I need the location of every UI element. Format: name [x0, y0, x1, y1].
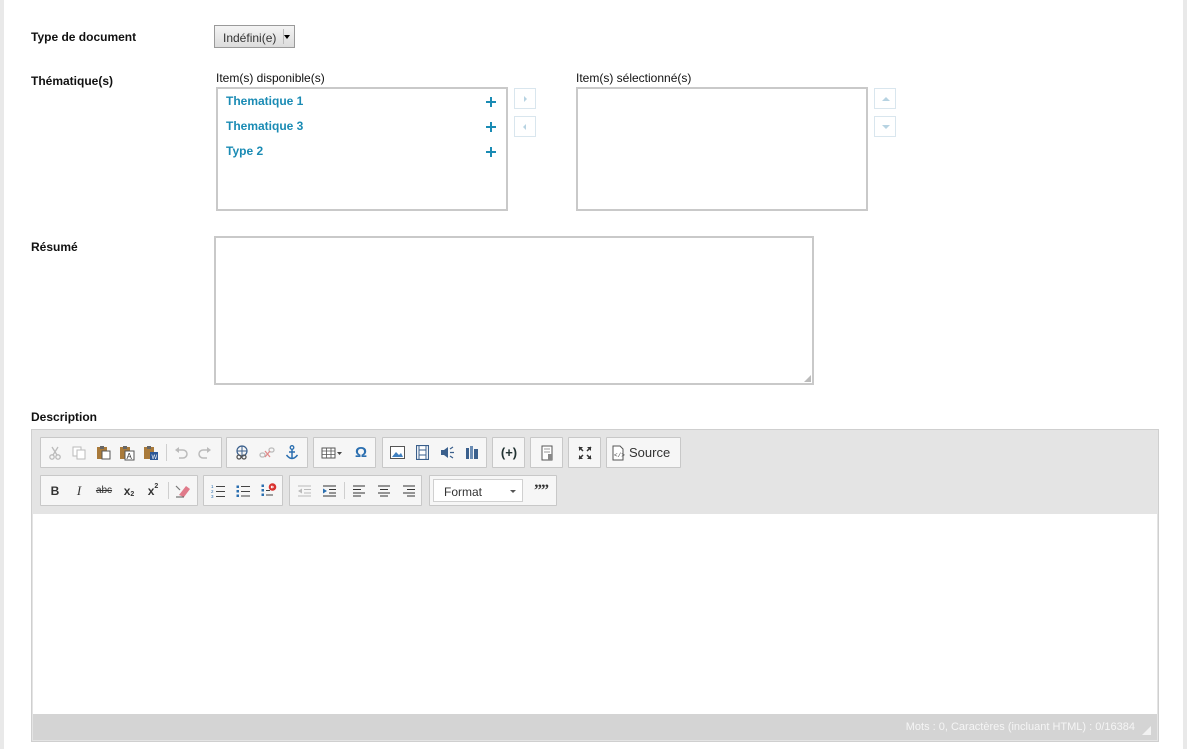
copy-icon[interactable] — [67, 438, 91, 467]
checklist-icon[interactable] — [256, 476, 281, 505]
align-right-icon[interactable] — [396, 476, 421, 505]
selected-list[interactable] — [576, 87, 868, 211]
list-item[interactable]: Type 2 — [218, 144, 506, 162]
resize-handle-icon[interactable] — [1142, 726, 1151, 735]
clipboard-toolbar-group: A W — [40, 437, 222, 468]
type-document-value: Indéfini(e) — [223, 31, 277, 45]
align-left-icon[interactable] — [346, 476, 371, 505]
outdent-icon[interactable] — [292, 476, 317, 505]
source-button[interactable]: </> Source — [611, 438, 679, 467]
thematique-label: Thématique(s) — [31, 74, 114, 88]
format-label: Format — [444, 485, 483, 499]
template-toolbar-group — [530, 437, 563, 468]
type-document-select[interactable]: Indéfini(e) — [214, 25, 295, 48]
superscript-icon[interactable]: x2 — [141, 476, 165, 505]
remove-format-icon[interactable] — [171, 476, 195, 505]
source-label: Source — [629, 445, 671, 460]
align-center-icon[interactable] — [371, 476, 396, 505]
add-icon[interactable] — [486, 122, 496, 132]
svg-text:W: W — [152, 455, 158, 461]
basic-styles-toolbar-group: B I abc x2 x2 — [40, 475, 198, 506]
subscript-icon[interactable]: x2 — [117, 476, 141, 505]
undo-icon[interactable] — [169, 438, 193, 467]
toolbar-separator — [166, 444, 167, 461]
superscript-label: x — [147, 483, 155, 498]
redo-icon[interactable] — [193, 438, 217, 467]
source-toolbar-group: </> Source — [606, 437, 681, 468]
anchor-icon[interactable] — [279, 438, 305, 467]
paste-icon[interactable] — [91, 438, 115, 467]
rich-text-editor: A W Ω (+) </> Source B I abc x 2 x 2 1 2… — [31, 429, 1159, 742]
format-toolbar-group: Format ”” — [429, 475, 557, 506]
svg-text:3: 3 — [211, 494, 214, 498]
source-icon: </> — [611, 445, 625, 461]
chevron-down-icon — [284, 35, 290, 39]
numbered-list-icon[interactable]: 123 — [206, 476, 231, 505]
move-up-button[interactable] — [874, 88, 896, 109]
move-left-button[interactable] — [514, 116, 536, 137]
toolbar-separator — [344, 482, 345, 499]
placeholder-toolbar-group: (+) — [492, 437, 525, 468]
special-char-icon[interactable]: Ω — [348, 438, 374, 467]
available-caption: Item(s) disponible(s) — [216, 71, 325, 85]
italic-icon[interactable]: I — [67, 476, 91, 505]
arrow-up-icon — [882, 97, 890, 101]
arrow-left-icon — [523, 124, 526, 130]
strike-icon[interactable]: abc — [91, 476, 117, 505]
resume-label: Résumé — [31, 240, 78, 254]
arrow-down-icon — [882, 125, 890, 129]
audio-icon[interactable] — [435, 438, 460, 467]
editor-status-bar: Mots : 0, Caractères (incluant HTML) : 0… — [33, 714, 1157, 740]
bold-icon[interactable]: B — [43, 476, 67, 505]
toolbar-separator — [168, 482, 169, 499]
unlink-icon[interactable] — [255, 438, 279, 467]
maximize-toolbar-group — [568, 437, 601, 468]
list-item[interactable]: Thematique 3 — [218, 119, 506, 137]
list-item-label: Type 2 — [226, 144, 264, 158]
chevron-down-icon — [510, 490, 516, 493]
paste-text-icon[interactable]: A — [115, 438, 139, 467]
list-item-label: Thematique 3 — [226, 119, 304, 133]
indent-icon[interactable] — [317, 476, 342, 505]
placeholder-icon[interactable]: (+) — [495, 438, 523, 467]
move-down-button[interactable] — [874, 116, 896, 137]
media-toolbar-group — [382, 437, 487, 468]
library-icon[interactable] — [460, 438, 485, 467]
maximize-icon[interactable] — [571, 438, 599, 467]
list-item-label: Thematique 1 — [226, 94, 304, 108]
image-icon[interactable] — [385, 438, 410, 467]
paste-word-icon[interactable]: W — [139, 438, 163, 467]
description-label: Description — [31, 410, 98, 424]
list-item[interactable]: Thematique 1 — [218, 94, 506, 112]
arrow-right-icon — [524, 96, 527, 102]
selected-caption: Item(s) sélectionné(s) — [576, 71, 692, 85]
template-icon[interactable] — [533, 438, 561, 467]
link-toolbar-group — [226, 437, 308, 468]
video-icon[interactable] — [410, 438, 435, 467]
list-toolbar-group: 123 — [203, 475, 283, 506]
resize-grip-icon[interactable] — [804, 375, 811, 382]
editor-content-area[interactable] — [33, 514, 1157, 714]
table-icon[interactable] — [316, 438, 348, 467]
add-icon[interactable] — [486, 97, 496, 107]
word-count: Mots : 0, Caractères (incluant HTML) : 0… — [905, 721, 1135, 733]
move-right-button[interactable] — [514, 88, 536, 109]
bulleted-list-icon[interactable] — [231, 476, 256, 505]
svg-text:A: A — [127, 452, 133, 461]
available-list[interactable]: Thematique 1 Thematique 3 Type 2 — [216, 87, 508, 211]
resume-textarea[interactable] — [214, 236, 814, 385]
form-page: Type de document Indéfini(e) Thématique(… — [4, 0, 1183, 749]
cut-icon[interactable] — [43, 438, 67, 467]
subscript-label: x — [123, 483, 131, 498]
type-document-label: Type de document — [31, 30, 137, 44]
add-icon[interactable] — [486, 147, 496, 157]
format-dropdown[interactable]: Format — [433, 479, 523, 502]
svg-text:</>: </> — [614, 452, 625, 459]
link-icon[interactable] — [229, 438, 255, 467]
blockquote-icon[interactable]: ”” — [528, 476, 554, 505]
insert-toolbar-group: Ω — [313, 437, 376, 468]
align-toolbar-group — [289, 475, 422, 506]
